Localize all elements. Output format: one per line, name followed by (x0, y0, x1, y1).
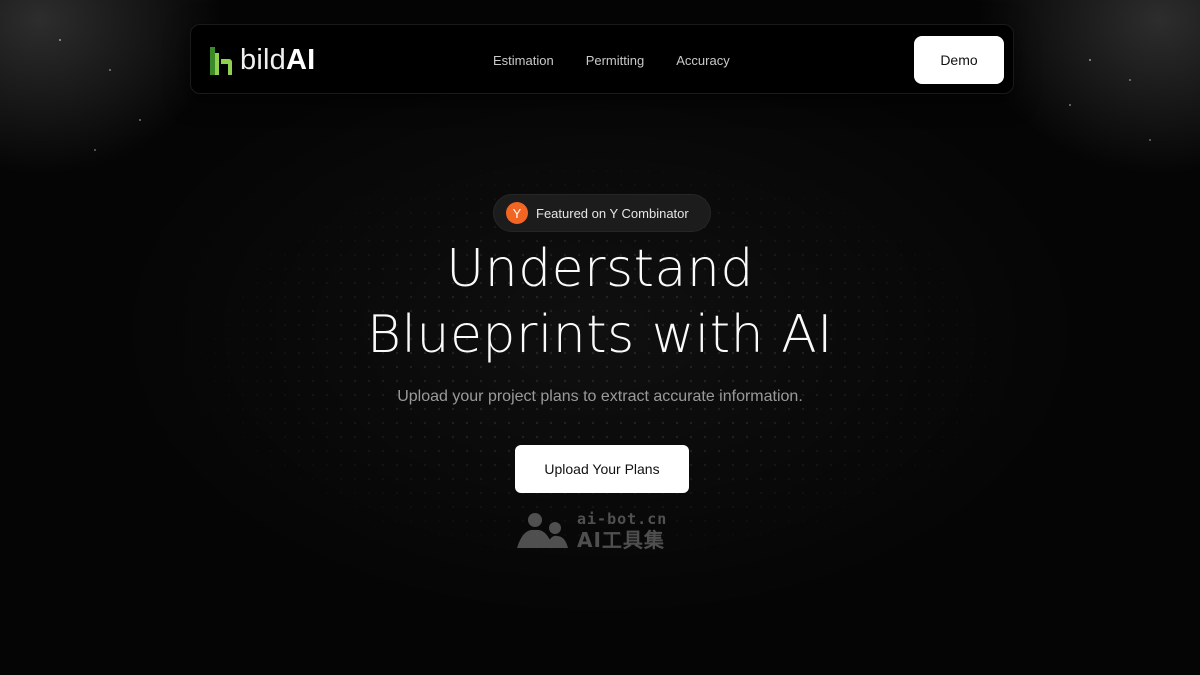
brand-logo[interactable]: bildAI (209, 43, 315, 77)
landing-page: bildAI Estimation Permitting Accuracy De… (0, 0, 1200, 675)
badge-text: Featured on Y Combinator (536, 205, 689, 221)
watermark-url: ai-bot.cn (577, 510, 668, 528)
upload-plans-button[interactable]: Upload Your Plans (515, 445, 689, 493)
y-combinator-icon: Y (506, 202, 528, 224)
watermark-logo-icon (517, 513, 568, 548)
brand-name: bildAI (240, 44, 316, 76)
nav-link-estimation[interactable]: Estimation (493, 53, 554, 68)
demo-button[interactable]: Demo (914, 36, 1004, 84)
headline-line-1: Understand (446, 239, 754, 299)
nav-link-permitting[interactable]: Permitting (586, 53, 645, 68)
hero-headline: Understand Blueprints with AI (250, 236, 950, 368)
hero-subtitle: Upload your project plans to extract acc… (397, 388, 803, 405)
yc-featured-badge[interactable]: Y Featured on Y Combinator (493, 194, 711, 232)
building-bars-icon (210, 47, 232, 75)
nav-links: Estimation Permitting Accuracy (493, 25, 730, 95)
headline-line-2: Blueprints with AI (366, 305, 833, 365)
watermark-name: AI工具集 (577, 528, 665, 552)
navbar: bildAI Estimation Permitting Accuracy De… (190, 24, 1014, 94)
nav-link-accuracy[interactable]: Accuracy (676, 53, 729, 68)
watermark: ai-bot.cn AI工具集 (515, 510, 667, 552)
